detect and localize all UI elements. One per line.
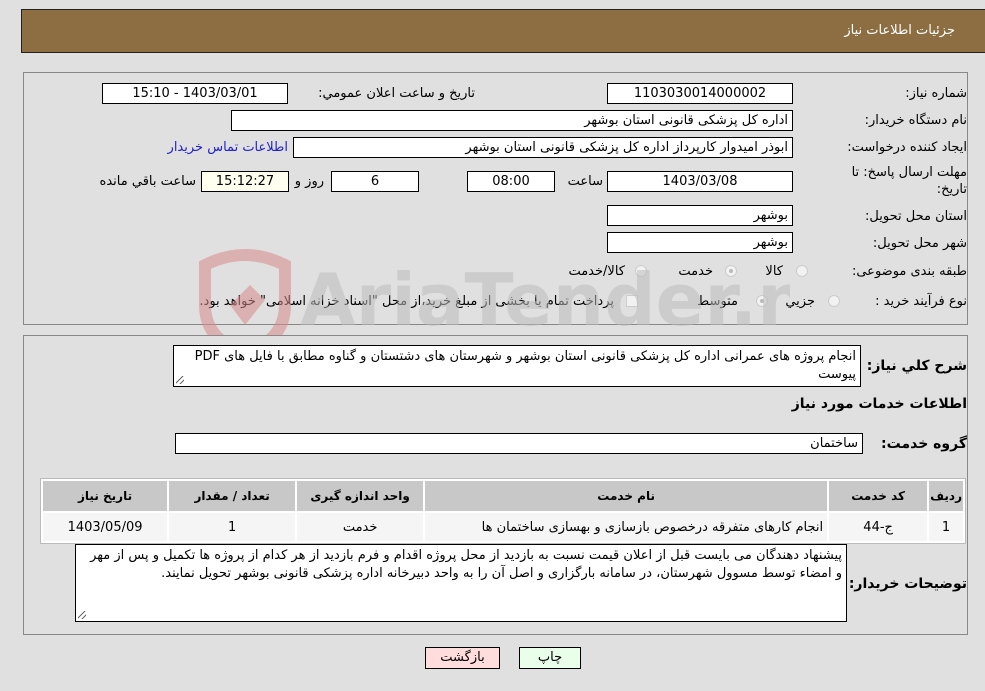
category-radio-goods[interactable] xyxy=(796,265,808,277)
buyer-notes-text: پیشنهاد دهندگان می بایست قبل از اعلان قی… xyxy=(90,548,842,581)
resize-handle-icon[interactable] xyxy=(78,611,86,619)
buyer-contact-link[interactable]: اطلاعات تماس خریدار xyxy=(168,140,288,155)
buyer-field: اداره کل پزشکی قانونی استان بوشهر xyxy=(231,110,793,131)
days-label: روز و xyxy=(294,174,324,189)
print-button[interactable]: چاپ xyxy=(519,647,581,669)
buyer-notes-label: توضیحات خریدار: xyxy=(848,576,967,592)
process-label: نوع فرآیند خرید : xyxy=(875,294,967,309)
process-radio-medium[interactable] xyxy=(756,295,768,307)
deadline-time-field: 08:00 xyxy=(467,171,555,192)
creator-label: ایجاد کننده درخواست: xyxy=(847,140,967,155)
cell-row-number: 1 xyxy=(929,513,963,541)
table-header-row: ردیف کد خدمت نام خدمت واحد اندازه گیری ت… xyxy=(43,481,963,511)
service-group-field: ساختمان xyxy=(175,433,863,454)
col-quantity: تعداد / مقدار xyxy=(169,481,296,511)
announce-datetime-field: 1403/03/01 - 15:10 xyxy=(102,83,288,104)
treasury-text: پرداخت تمام یا بخشی از مبلغ خرید،از محل … xyxy=(199,294,614,309)
cell-unit: خدمت xyxy=(297,513,424,541)
col-unit: واحد اندازه گیری xyxy=(297,481,424,511)
cell-service-code: ج-44 xyxy=(829,513,928,541)
process-radio-minor[interactable] xyxy=(828,295,840,307)
deadline-date-field: 1403/03/08 xyxy=(607,171,793,192)
service-group-label: گروه خدمت: xyxy=(881,436,967,452)
remaining-label: ساعت باقي مانده xyxy=(99,174,196,189)
col-row-number: ردیف xyxy=(929,481,963,511)
cell-quantity: 1 xyxy=(169,513,296,541)
services-heading: اطلاعات خدمات مورد نیاز xyxy=(791,396,967,412)
city-label: شهر محل تحویل: xyxy=(872,236,967,251)
col-service-code: کد خدمت xyxy=(829,481,928,511)
province-field: بوشهر xyxy=(607,205,793,226)
days-remaining-field: 6 xyxy=(331,171,419,192)
col-need-date: تاریخ نیاز xyxy=(43,481,168,511)
cell-service-name: انجام کارهای متفرقه درخصوص بازسازی و بهس… xyxy=(425,513,828,541)
creator-field: ابوذر امیدوار کارپرداز اداره کل پزشکی قا… xyxy=(293,137,793,158)
category-radio-goods-service[interactable] xyxy=(635,265,647,277)
treasury-checkbox[interactable] xyxy=(626,295,638,307)
category-option-goods-service: کالا/خدمت xyxy=(568,264,625,279)
province-label: استان محل تحویل: xyxy=(865,209,967,224)
buyer-label: نام دستگاه خریدار: xyxy=(864,113,967,128)
summary-label: شرح كلي نياز: xyxy=(866,358,967,374)
resize-handle-icon[interactable] xyxy=(176,376,184,384)
category-label: طبقه بندی موضوعی: xyxy=(851,264,967,279)
cell-need-date: 1403/05/09 xyxy=(43,513,168,541)
category-option-goods: کالا xyxy=(765,264,783,279)
services-table: ردیف کد خدمت نام خدمت واحد اندازه گیری ت… xyxy=(40,478,966,544)
page-title: جزئیات اطلاعات نیاز xyxy=(844,23,955,38)
announce-label: تاریخ و ساعت اعلان عمومي: xyxy=(318,86,475,101)
deadline-label: مهلت ارسال پاسخ: تا xyxy=(851,165,967,180)
need-number-label: شماره نیاز: xyxy=(905,86,967,101)
deadline-time-label: ساعت xyxy=(567,174,603,189)
remaining-time-field: 15:12:27 xyxy=(201,171,289,192)
summary-text: انجام پروژه های عمرانی اداره کل پزشکی قا… xyxy=(194,349,856,382)
category-option-service: خدمت xyxy=(678,264,713,279)
deadline-label-date: تاریخ: xyxy=(936,182,967,197)
process-option-medium: متوسط xyxy=(697,294,738,309)
city-field: بوشهر xyxy=(607,232,793,253)
summary-textarea[interactable]: انجام پروژه های عمرانی اداره کل پزشکی قا… xyxy=(173,345,861,387)
buyer-notes-textarea[interactable]: پیشنهاد دهندگان می بایست قبل از اعلان قی… xyxy=(75,544,847,622)
process-option-minor: جزيي xyxy=(785,294,815,309)
need-number-field: 1103030014000002 xyxy=(607,83,793,104)
back-button[interactable]: بازگشت xyxy=(425,647,500,669)
page-header: جزئیات اطلاعات نیاز xyxy=(21,9,985,53)
table-row: 1 ج-44 انجام کارهای متفرقه درخصوص بازساز… xyxy=(43,513,963,541)
col-service-name: نام خدمت xyxy=(425,481,828,511)
category-radio-service[interactable] xyxy=(725,265,737,277)
